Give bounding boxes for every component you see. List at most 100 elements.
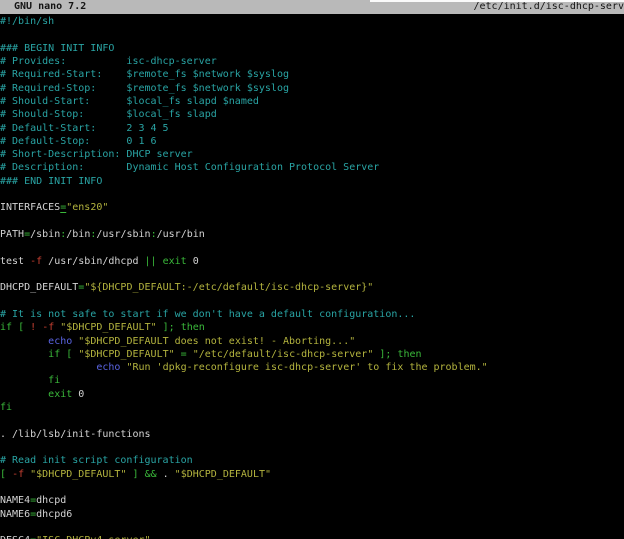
nano-titlebar: GNU nano 7.2 /etc/init.d/isc-dhcp-serv — [0, 0, 624, 14]
code-segment: . /lib/lsb/init-functions — [0, 429, 151, 440]
code-line — [0, 414, 624, 427]
code-line: echo "$DHCPD_DEFAULT does not exist! - A… — [0, 335, 624, 348]
code-segment — [0, 389, 48, 400]
code-line: test -f /usr/sbin/dhcpd || exit 0 — [0, 255, 624, 268]
code-segment: echo — [96, 362, 120, 373]
code-line: # Required-Stop: $remote_fs $network $sy… — [0, 82, 624, 95]
code-segment — [0, 362, 96, 373]
code-segment: "ens20" — [66, 202, 108, 213]
code-segment: DESC4 — [0, 535, 30, 539]
code-segment: fi — [0, 402, 12, 413]
code-line: fi — [0, 401, 624, 414]
code-segment: /usr/bin — [157, 229, 205, 240]
code-line: . /lib/lsb/init-functions — [0, 428, 624, 441]
code-line: # Read init script configuration — [0, 454, 624, 467]
code-segment: "ISC DHCPv4 server" — [36, 535, 150, 539]
code-segment: then — [397, 349, 421, 360]
code-segment: dhcpd — [36, 495, 66, 506]
code-segment: "Run 'dpkg-reconfigure isc-dhcp-server' … — [126, 362, 487, 373]
code-segment: "$DHCPD_DEFAULT" — [78, 349, 174, 360]
code-segment: # It is not safe to start if we don't ha… — [0, 309, 415, 320]
code-line: NAME6=dhcpd6 — [0, 508, 624, 521]
code-segment: /sbin — [30, 229, 60, 240]
code-line: # Should-Start: $local_fs slapd $named — [0, 95, 624, 108]
code-line — [0, 521, 624, 534]
code-segment: # Default-Start: 2 3 4 5 — [0, 123, 169, 134]
code-segment: # Short-Description: DHCP server — [0, 149, 193, 160]
code-segment: NAME6 — [0, 509, 30, 520]
code-segment: && — [145, 469, 157, 480]
code-segment: exit — [163, 256, 187, 267]
code-line: # Provides: isc-dhcp-server — [0, 55, 624, 68]
code-segment: "/etc/default/isc-dhcp-server" — [193, 349, 374, 360]
code-segment: 0 — [72, 389, 84, 400]
code-line: DHCPD_DEFAULT="${DHCPD_DEFAULT:-/etc/def… — [0, 281, 624, 294]
code-segment: then — [181, 322, 205, 333]
code-segment: dhcpd6 — [36, 509, 72, 520]
code-line — [0, 215, 624, 228]
editor-area[interactable]: #!/bin/sh ### BEGIN INIT INFO # Provides: … — [0, 14, 624, 539]
nano-version-label: GNU nano 7.2 — [0, 0, 86, 14]
code-line: if [ "$DHCPD_DEFAULT" = "/etc/default/is… — [0, 348, 624, 361]
open-file-path: /etc/init.d/isc-dhcp-serv — [473, 0, 624, 14]
code-line: ### BEGIN INIT INFO — [0, 42, 624, 55]
code-line: # Description: Dynamic Host Configuratio… — [0, 161, 624, 174]
code-segment: echo — [48, 336, 72, 347]
code-segment: "$DHCPD_DEFAULT" — [30, 469, 126, 480]
code-line: if [ ! -f "$DHCPD_DEFAULT" ]; then — [0, 321, 624, 334]
code-segment: # Required-Stop: $remote_fs $network $sy… — [0, 83, 289, 94]
code-line: # Required-Start: $remote_fs $network $s… — [0, 68, 624, 81]
code-segment: /usr/sbin — [96, 229, 150, 240]
code-segment: if — [0, 322, 12, 333]
code-segment: DHCPD_DEFAULT — [0, 282, 78, 293]
code-segment: ### END INIT INFO — [0, 176, 102, 187]
code-line: ### END INIT INFO — [0, 175, 624, 188]
code-line: # Short-Description: DHCP server — [0, 148, 624, 161]
code-line: #!/bin/sh — [0, 15, 624, 28]
code-line — [0, 241, 624, 254]
code-line: INTERFACES="ens20" — [0, 201, 624, 214]
code-segment: # Provides: isc-dhcp-server — [0, 56, 217, 67]
code-segment: fi — [48, 375, 60, 386]
code-line — [0, 28, 624, 41]
code-segment: PATH — [0, 229, 24, 240]
code-line: # It is not safe to start if we don't ha… — [0, 308, 624, 321]
code-segment: ### BEGIN INIT INFO — [0, 43, 114, 54]
code-line: # Default-Stop: 0 1 6 — [0, 135, 624, 148]
code-segment: 0 — [187, 256, 199, 267]
code-segment: NAME4 — [0, 495, 30, 506]
code-line: PATH=/sbin:/bin:/usr/sbin:/usr/bin — [0, 228, 624, 241]
code-segment: "${DHCPD_DEFAULT:-/etc/default/isc-dhcp-… — [84, 282, 373, 293]
code-segment: "$DHCPD_DEFAULT does not exist! - Aborti… — [78, 336, 355, 347]
code-segment: # Should-Stop: $local_fs slapd — [0, 109, 217, 120]
code-line: NAME4=dhcpd — [0, 494, 624, 507]
code-line — [0, 268, 624, 281]
code-line — [0, 188, 624, 201]
code-segment: # Description: Dynamic Host Configuratio… — [0, 162, 379, 173]
code-segment: if — [48, 349, 60, 360]
code-line: fi — [0, 374, 624, 387]
code-segment: -f — [12, 469, 24, 480]
code-segment: /bin — [66, 229, 90, 240]
code-segment — [0, 336, 48, 347]
code-line: DESC4="ISC DHCPv4 server" — [0, 534, 624, 539]
code-line — [0, 295, 624, 308]
code-line — [0, 441, 624, 454]
code-segment: exit — [48, 389, 72, 400]
code-segment: "$DHCPD_DEFAULT" — [60, 322, 156, 333]
code-segment: . — [157, 469, 175, 480]
code-segment: # Required-Start: $remote_fs $network $s… — [0, 69, 289, 80]
code-line: echo "Run 'dpkg-reconfigure isc-dhcp-ser… — [0, 361, 624, 374]
code-segment: # Default-Stop: 0 1 6 — [0, 136, 157, 147]
code-line: [ -f "$DHCPD_DEFAULT" ] && . "$DHCPD_DEF… — [0, 468, 624, 481]
code-segment: -f — [30, 256, 42, 267]
code-segment: "$DHCPD_DEFAULT" — [175, 469, 271, 480]
code-segment: #!/bin/sh — [0, 16, 54, 27]
code-segment — [0, 349, 48, 360]
code-segment: || — [145, 256, 157, 267]
terminal-screen: GNU nano 7.2 /etc/init.d/isc-dhcp-serv #… — [0, 0, 624, 539]
code-segment — [0, 375, 48, 386]
code-segment: INTERFACES — [0, 202, 60, 213]
code-segment: test — [0, 256, 30, 267]
code-line: # Default-Start: 2 3 4 5 — [0, 122, 624, 135]
